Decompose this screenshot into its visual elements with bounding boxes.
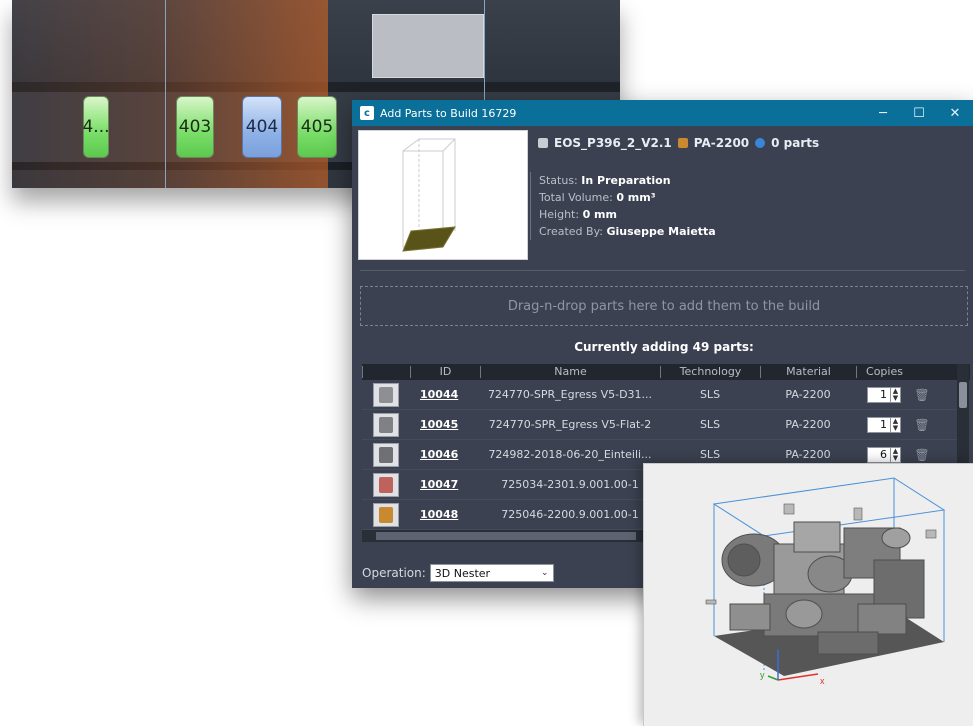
table-row[interactable]: 10044 724770-SPR_Egress V5-D31... SLS PA… (362, 380, 970, 410)
column-id[interactable]: ID (410, 366, 480, 378)
part-name: 724770-SPR_Egress V5-Flat-2 (488, 418, 652, 431)
timeline-highlight-region (12, 0, 328, 188)
build-properties: Status: In Preparation Total Volume: 0 m… (530, 172, 968, 240)
part-name: 724982-2018-06-20_Einteili... (488, 448, 652, 461)
part-id-link[interactable]: 10045 (410, 418, 480, 431)
build-volume-icon (402, 138, 456, 252)
axis-y-label: y (760, 670, 765, 680)
divider (360, 270, 965, 271)
build-chip-selected[interactable]: 404 (242, 96, 282, 158)
stepper-arrows-icon[interactable]: ▲ ▼ (890, 447, 900, 462)
part-material: PA-2200 (785, 448, 831, 461)
dialog-title: Add Parts to Build 16729 (380, 106, 517, 120)
part-id-link[interactable]: 10044 (410, 388, 480, 401)
copies-stepper[interactable]: 1 ▲ ▼ (867, 416, 901, 433)
part-id-link[interactable]: 10047 (410, 478, 480, 491)
operation-row: Operation: 3D Nester ⌄ (362, 564, 554, 582)
operation-select[interactable]: 3D Nester ⌄ (429, 564, 554, 582)
part-material: PA-2200 (785, 418, 831, 431)
operation-label: Operation: (362, 566, 426, 580)
chevron-down-icon: ⌄ (540, 568, 549, 578)
build-info: EOS_P396_2_V2.1 PA-2200 0 parts Status: … (530, 130, 968, 260)
dialog-titlebar[interactable]: c Add Parts to Build 16729 ─ ☐ ✕ (352, 100, 973, 126)
part-technology: SLS (699, 388, 721, 401)
copies-stepper[interactable]: 1 ▲ ▼ (867, 386, 901, 403)
part-technology: SLS (699, 448, 721, 461)
timeline-marker-line (165, 0, 166, 188)
part-thumbnail (373, 442, 399, 467)
part-thumbnail (373, 412, 399, 437)
part-name: 724770-SPR_Egress V5-D31... (487, 388, 653, 401)
build-preview (358, 130, 528, 260)
stepper-arrows-icon[interactable]: ▲ ▼ (890, 387, 900, 402)
created-by-value: Giuseppe Maietta (606, 225, 716, 238)
stepper-arrows-icon[interactable]: ▲ ▼ (890, 417, 900, 432)
material-name: PA-2200 (693, 136, 750, 150)
column-material[interactable]: Material (760, 366, 856, 378)
machine-icon (538, 138, 548, 148)
height-value: 0 mm (582, 208, 617, 221)
axis-x-label: x (820, 676, 825, 686)
part-name: 725046-2200.9.001.00-1 (501, 508, 639, 521)
app-icon: c (360, 106, 374, 120)
column-technology[interactable]: Technology (660, 366, 760, 378)
volume-value: 0 mm³ (616, 191, 656, 204)
part-thumbnail (373, 502, 399, 527)
part-id-link[interactable]: 10048 (410, 508, 480, 521)
part-name: 725034-2301.9.001.00-1 (501, 478, 639, 491)
drop-zone[interactable]: Drag-n-drop parts here to add them to th… (360, 286, 968, 326)
close-button[interactable]: ✕ (937, 106, 973, 121)
horizontal-scrollbar[interactable] (362, 530, 652, 542)
part-technology: SLS (699, 418, 721, 431)
trash-icon[interactable]: 🗑 (912, 418, 932, 432)
maximize-button[interactable]: ☐ (901, 106, 937, 121)
status-value: In Preparation (581, 174, 671, 187)
timeline-drag-ghost (372, 14, 484, 78)
build-chip[interactable]: 4... (82, 96, 110, 158)
parts-count: 0 parts (771, 136, 820, 150)
column-copies[interactable]: Copies (856, 366, 912, 378)
adding-count-label: Currently adding 49 parts: (574, 340, 754, 354)
trash-icon[interactable]: 🗑 (912, 448, 932, 462)
part-thumbnail (373, 472, 399, 497)
build-chip[interactable]: 405 (297, 96, 337, 158)
part-material: PA-2200 (785, 388, 831, 401)
nest-3d-viewport[interactable]: x y (643, 463, 973, 726)
nested-parts-render: x y (705, 477, 946, 686)
minimize-button[interactable]: ─ (865, 106, 901, 121)
machine-name: EOS_P396_2_V2.1 (554, 136, 672, 150)
build-chip[interactable]: 403 (176, 96, 214, 158)
part-thumbnail (373, 382, 399, 407)
table-row[interactable]: 10045 724770-SPR_Egress V5-Flat-2 SLS PA… (362, 410, 970, 440)
column-name[interactable]: Name (480, 366, 660, 378)
material-icon (677, 138, 688, 148)
table-header: ID Name Technology Material Copies (362, 364, 970, 380)
part-id-link[interactable]: 10046 (410, 448, 480, 461)
trash-icon[interactable]: 🗑 (912, 388, 932, 402)
parts-icon (755, 138, 766, 148)
screenshot-stage: 4... 403 404 405 c Add Parts to Build 16… (0, 0, 973, 726)
copies-stepper[interactable]: 6 ▲ ▼ (867, 446, 901, 463)
